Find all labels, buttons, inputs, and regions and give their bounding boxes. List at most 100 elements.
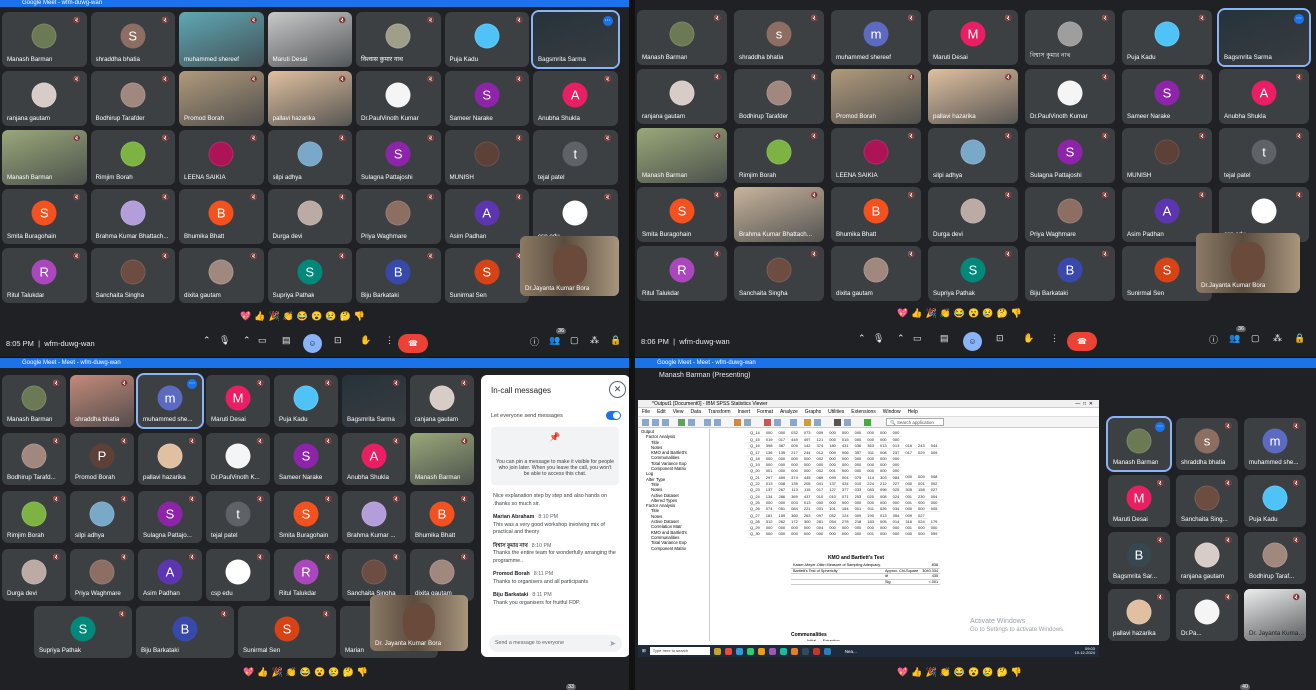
- participant-tile[interactable]: 🔇 Sanchaita Singha: [90, 248, 175, 303]
- host-controls-icon[interactable]: 🔒: [610, 335, 621, 346]
- send-messages-toggle[interactable]: [606, 411, 621, 420]
- app-icon[interactable]: [724, 647, 732, 655]
- open-icon[interactable]: [642, 419, 649, 426]
- participant-tile[interactable]: 🔇 Promod Borah: [831, 69, 921, 124]
- menu-item[interactable]: Analyze: [780, 408, 798, 416]
- participant-tile[interactable]: S 🔇 Sameer Narake: [274, 433, 338, 485]
- participant-tile[interactable]: 🔇 Maruti Desai: [267, 12, 352, 67]
- participant-tile[interactable]: S🔇Sunirmal Sen: [444, 248, 529, 303]
- menu-item[interactable]: Edit: [657, 408, 666, 416]
- show-icon[interactable]: [834, 419, 841, 426]
- close-icon[interactable]: ✕: [609, 381, 626, 398]
- participant-tile[interactable]: s 🔇 shraddha bhatia: [1176, 418, 1238, 470]
- participant-tile[interactable]: 🔇 Dr.PaulVinoth K...: [206, 433, 270, 485]
- taskbar-search[interactable]: Type here to search: [649, 647, 710, 655]
- participant-tile[interactable]: 🔇 Bagsmrita Sarma: [342, 375, 406, 427]
- participant-tile[interactable]: 🔇 pallavi hazarika: [928, 69, 1018, 124]
- participant-tile[interactable]: s 🔇 shraddha bhatia: [734, 10, 824, 65]
- captions-icon[interactable]: ▤: [940, 333, 949, 344]
- reaction-emoji-button[interactable]: 👎: [1011, 308, 1022, 319]
- raise-hand-icon[interactable]: ✋: [1023, 333, 1034, 344]
- end-call-button[interactable]: ☎: [1067, 332, 1097, 351]
- participant-tile[interactable]: m 🔇 muhammed she...: [1244, 418, 1306, 470]
- participant-tile[interactable]: 🔇 Puja Kadu: [1244, 475, 1306, 527]
- chevron-up-icon[interactable]: ⌃: [203, 335, 211, 346]
- participant-tile[interactable]: ⋯ Bagsmrita Sarma: [1217, 8, 1311, 67]
- reaction-emoji-button[interactable]: 😂: [954, 308, 965, 319]
- browser-tab-title[interactable]: Google Meet - wfm-duwg-wan: [22, 0, 102, 6]
- participant-tile[interactable]: 🔇 Puja Kadu: [444, 12, 529, 67]
- reaction-emoji-button[interactable]: 😮: [311, 311, 322, 322]
- participant-tile[interactable]: 🔇 MUNISH: [444, 130, 529, 185]
- participant-tile[interactable]: 🔇 Priya Waghmare: [70, 549, 134, 601]
- participant-tile[interactable]: 🔇 dixita gautam: [831, 246, 921, 301]
- participant-tile[interactable]: 🔇 Brahma Kumar ...: [342, 491, 406, 543]
- end-call-button[interactable]: ☎: [398, 334, 428, 353]
- outline-item[interactable]: Component Matrix: [641, 546, 709, 551]
- participant-tile[interactable]: S 🔇 Sulagna Pattajoshi: [356, 130, 441, 185]
- participant-tile[interactable]: 🔇 Puja Kadu: [1122, 10, 1212, 65]
- participant-tile[interactable]: 🔇 Dr. Jayanta Kumar Bora: [1244, 589, 1306, 641]
- participant-tile[interactable]: ⋯ Manash Barman: [1106, 416, 1172, 472]
- participant-tile[interactable]: 🔇 Bodhirup Taraf...: [1244, 532, 1306, 584]
- app-icon[interactable]: [713, 647, 721, 655]
- participant-tile[interactable]: B 🔇 Biju Barkataki: [356, 248, 441, 303]
- participant-tile[interactable]: S 🔇 Supriya Pathak: [267, 248, 352, 303]
- menu-item[interactable]: Transform: [708, 408, 731, 416]
- emoji-button[interactable]: ☺: [303, 334, 322, 353]
- participant-tile[interactable]: S 🔇 shraddha bhatia: [90, 12, 175, 67]
- goto-data-icon[interactable]: [734, 419, 741, 426]
- participant-tile[interactable]: t 🔇 tejal patel: [206, 491, 270, 543]
- app-icon[interactable]: [801, 647, 809, 655]
- recall-icon[interactable]: [688, 419, 695, 426]
- participant-tile[interactable]: 🔇 dixita gautam: [410, 549, 474, 601]
- participant-tile[interactable]: 🔇 ranjana gautam: [2, 71, 87, 126]
- insert-table-icon[interactable]: [774, 419, 781, 426]
- reaction-emoji-button[interactable]: 😂: [954, 667, 965, 678]
- redo-icon[interactable]: [714, 419, 721, 426]
- reaction-emoji-button[interactable]: 😮: [968, 308, 979, 319]
- reaction-emoji-button[interactable]: 🎉: [925, 308, 936, 319]
- chevron-up-icon[interactable]: ⌃: [243, 335, 251, 346]
- participant-tile[interactable]: m 🔇 muhammed shereef: [831, 10, 921, 65]
- participant-tile[interactable]: 🔇 Dr.PaulVinoth Kumar: [356, 71, 441, 126]
- info-icon[interactable]: ⓘ: [530, 335, 539, 348]
- reaction-emoji-button[interactable]: 😂: [300, 667, 311, 678]
- reaction-emoji-button[interactable]: 😢: [328, 667, 339, 678]
- participant-tile[interactable]: A 🔇 Anubha Shukla: [342, 433, 406, 485]
- participant-tile[interactable]: 🔇 LEENA SAIKIA: [179, 130, 264, 185]
- participant-tile[interactable]: 🔇 Brahma Kumar Bhattach...: [734, 187, 824, 242]
- participant-tile[interactable]: m ⋯ muhammed she...: [136, 373, 204, 429]
- reaction-emoji-button[interactable]: 💖: [897, 308, 908, 319]
- participant-tile[interactable]: 🔇 Sanchaita Singha: [342, 549, 406, 601]
- reaction-emoji-button[interactable]: 💖: [897, 667, 908, 678]
- participant-tile[interactable]: S 🔇 Sameer Narake: [444, 71, 529, 126]
- chat-icon[interactable]: ▢: [1251, 333, 1260, 344]
- participant-tile[interactable]: S 🔇 Sulagna Pattajo...: [138, 491, 202, 543]
- save-icon[interactable]: [652, 419, 659, 426]
- reaction-emoji-button[interactable]: 💖: [240, 311, 251, 322]
- info-icon[interactable]: ⓘ: [1209, 333, 1218, 346]
- menu-item[interactable]: Format: [757, 408, 773, 416]
- participant-tile[interactable]: S🔇Sunirmal Sen: [238, 606, 336, 658]
- activities-icon[interactable]: ⁂: [1273, 333, 1282, 344]
- reaction-emoji-button[interactable]: 🎉: [925, 667, 936, 678]
- participant-tile[interactable]: 🔇 Priya Waghmare: [1025, 187, 1115, 242]
- designate-icon[interactable]: [790, 419, 797, 426]
- participant-tile[interactable]: 🔇 Manash Barman: [2, 12, 87, 67]
- participant-tile[interactable]: 🔇 csp edu: [206, 549, 270, 601]
- participant-tile[interactable]: 🔇 silpi adhya: [928, 128, 1018, 183]
- participant-tile[interactable]: 🔇 Manash Barman: [637, 128, 727, 183]
- reaction-emoji-button[interactable]: 😮: [968, 667, 979, 678]
- participant-tile[interactable]: ⋯ Bagsmrita Sarma: [531, 10, 620, 69]
- reaction-emoji-button[interactable]: 👎: [357, 667, 368, 678]
- reaction-emoji-button[interactable]: 🎉: [268, 311, 279, 322]
- present-icon[interactable]: ⊡: [996, 333, 1004, 344]
- mic-icon[interactable]: 🎙: [873, 333, 884, 344]
- menu-item[interactable]: Window: [883, 408, 901, 416]
- reaction-emoji-button[interactable]: 🤔: [997, 667, 1008, 678]
- participant-tile[interactable]: 🔇 Durga devi: [928, 187, 1018, 242]
- participant-tile[interactable]: 🔇 ranjana gautam: [637, 69, 727, 124]
- reaction-emoji-button[interactable]: 👏: [940, 667, 951, 678]
- participant-tile[interactable]: A 🔇 Asim Padhan: [138, 549, 202, 601]
